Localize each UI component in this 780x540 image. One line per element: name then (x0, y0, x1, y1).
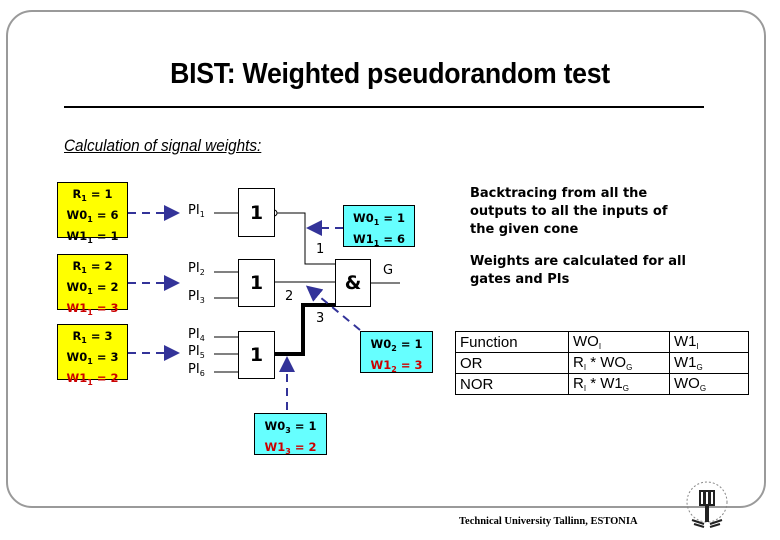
signal-label-1: 1 (316, 242, 325, 257)
gate-or-2: 1 (238, 259, 275, 307)
pi-label-4: PI4 (188, 327, 205, 343)
table-header-wo: WOI (568, 331, 670, 353)
table-cell-w1: W1G (669, 352, 749, 374)
table-row: OR RI * WOG W1G (455, 352, 749, 374)
table-cell-wo: RI * WOG (568, 352, 670, 374)
table-header-w1: W1I (669, 331, 749, 353)
table-cell-function: NOR (455, 373, 569, 395)
input-weight-box-3: R1 = 3 W01 = 3 W11 = 2 (57, 324, 128, 387)
table-row: NOR RI * W1G WOG (455, 373, 749, 395)
signal-label-2: 2 (285, 289, 294, 304)
footer-institution: Technical University Tallinn, ESTONIA (459, 516, 638, 527)
note-backtracing: Backtracing from all the outputs to all … (470, 186, 668, 237)
gate-weight-box-3: W03 = 1 W13 = 2 (254, 413, 327, 456)
university-seal-icon (686, 481, 728, 528)
wire-signal-3-highlighted (275, 303, 336, 356)
signal-label-3: 3 (316, 311, 325, 326)
table-header-function: Function (455, 331, 569, 353)
table-cell-w1: WOG (669, 373, 749, 395)
table-header-row: Function WOI W1I (455, 331, 749, 353)
input-weight-box-1: R1 = 1 W01 = 6 W11 = 1 (57, 182, 128, 245)
input-weight-box-2: R1 = 2 W01 = 2 W11 = 3 (57, 254, 128, 317)
note-weights: Weights are calculated for all gates and… (470, 254, 686, 287)
gate-and: & (335, 259, 371, 307)
table-cell-function: OR (455, 352, 569, 374)
wire-signal-1 (277, 212, 336, 265)
pi-label-3: PI3 (188, 289, 205, 305)
gate-weight-box-1: W01 = 1 W11 = 6 (343, 205, 415, 248)
pi-label-1: PI1 (188, 203, 205, 219)
gate-weight-box-2: W02 = 1 W12 = 3 (360, 331, 433, 374)
table-cell-wo: RI * W1G (568, 373, 670, 395)
pi-label-5: PI5 (188, 344, 205, 360)
gate-nor: 1 (238, 188, 275, 237)
output-label-g: G (383, 263, 394, 278)
gate-or-3: 1 (238, 331, 275, 379)
pi-label-6: PI6 (188, 362, 205, 378)
pi-label-2: PI2 (188, 261, 205, 277)
function-weight-table: Function WOI W1I OR RI * WOG W1G NOR RI … (455, 331, 749, 395)
